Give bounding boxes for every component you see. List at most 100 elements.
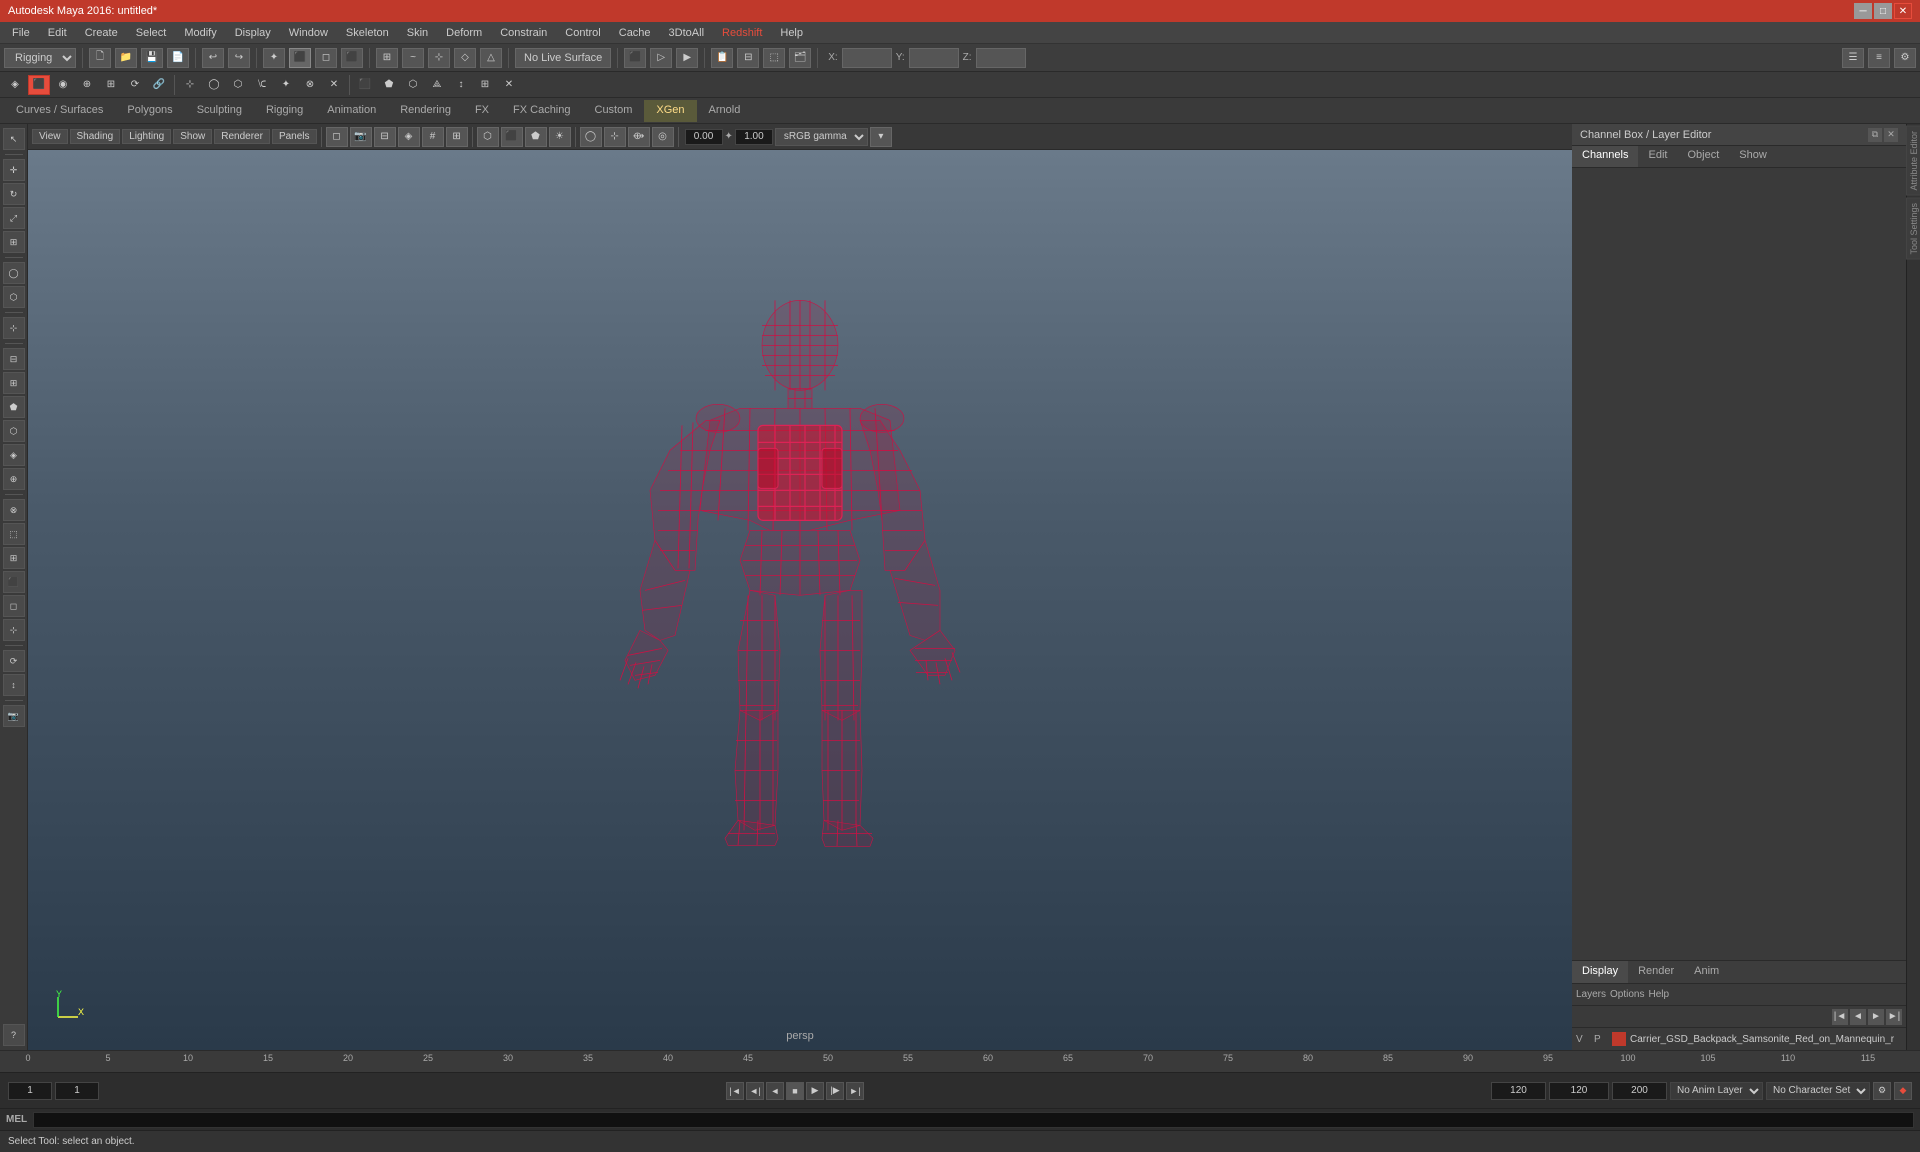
tool-btn-5[interactable]: ◈ bbox=[3, 444, 25, 466]
select-tool-left[interactable]: ↖ bbox=[3, 128, 25, 150]
shelf-tool-3[interactable]: ◉ bbox=[52, 75, 74, 95]
no-live-surface-button[interactable]: No Live Surface bbox=[515, 48, 611, 68]
menu-window[interactable]: Window bbox=[281, 25, 336, 41]
cb-tab-object[interactable]: Object bbox=[1677, 146, 1729, 167]
input-manager-button[interactable]: 📋 bbox=[711, 48, 733, 68]
tool-settings-toggle[interactable]: ⚙ bbox=[1894, 48, 1916, 68]
layers-menu-options[interactable]: Options bbox=[1610, 989, 1644, 1000]
tool-btn-13[interactable]: ⟳ bbox=[3, 650, 25, 672]
display-layer-button[interactable]: ⊟ bbox=[737, 48, 759, 68]
menu-select[interactable]: Select bbox=[128, 25, 175, 41]
add-key-button[interactable]: ◆ bbox=[1894, 1082, 1912, 1100]
tool-btn-2[interactable]: ⊞ bbox=[3, 372, 25, 394]
play-back-button[interactable]: ◄ bbox=[766, 1082, 784, 1100]
snap-surface-button[interactable]: △ bbox=[480, 48, 502, 68]
vp-menu-shading[interactable]: Shading bbox=[70, 129, 121, 144]
shelf-tool-13[interactable]: ⊗ bbox=[299, 75, 321, 95]
vp-hud[interactable]: ⊞ bbox=[446, 127, 468, 147]
vp-grid-toggle[interactable]: # bbox=[422, 127, 444, 147]
tab-polygons[interactable]: Polygons bbox=[115, 100, 184, 122]
shelf-tool-18[interactable]: ⟁ bbox=[426, 75, 448, 95]
snap-point-button[interactable]: ⊹ bbox=[428, 48, 450, 68]
tab-arnold[interactable]: Arnold bbox=[697, 100, 753, 122]
minimize-button[interactable]: ─ bbox=[1854, 3, 1872, 19]
layer-vp-indicator[interactable]: V bbox=[1576, 1034, 1590, 1045]
shelf-tool-2[interactable]: ⬛ bbox=[28, 75, 50, 95]
menu-modify[interactable]: Modify bbox=[176, 25, 224, 41]
shelf-tool-4[interactable]: ⊕ bbox=[76, 75, 98, 95]
vp-texture[interactable]: ⬟ bbox=[525, 127, 547, 147]
shelf-tool-15[interactable]: ⬛ bbox=[354, 75, 376, 95]
step-back-button[interactable]: ◄| bbox=[746, 1082, 764, 1100]
snap-curve-button[interactable]: ~ bbox=[402, 48, 424, 68]
menu-constrain[interactable]: Constrain bbox=[492, 25, 555, 41]
layer-nav-first[interactable]: |◄ bbox=[1832, 1009, 1848, 1025]
vp-motionblur[interactable]: ⟴ bbox=[628, 127, 650, 147]
shelf-tool-8[interactable]: ⊹ bbox=[179, 75, 201, 95]
mel-input[interactable] bbox=[33, 1112, 1914, 1128]
tool-btn-1[interactable]: ⊟ bbox=[3, 348, 25, 370]
vp-menu-renderer[interactable]: Renderer bbox=[214, 129, 270, 144]
vp-menu-show[interactable]: Show bbox=[173, 129, 212, 144]
tool-btn-8[interactable]: ⬚ bbox=[3, 523, 25, 545]
layers-menu-layers[interactable]: Layers bbox=[1576, 989, 1606, 1000]
tool-btn-9[interactable]: ⊞ bbox=[3, 547, 25, 569]
tab-animation[interactable]: Animation bbox=[315, 100, 388, 122]
menu-help[interactable]: Help bbox=[772, 25, 811, 41]
shelf-tool-21[interactable]: ✕ bbox=[498, 75, 520, 95]
tool-btn-12[interactable]: ⊹ bbox=[3, 619, 25, 641]
layer-nav-prev[interactable]: ◄ bbox=[1850, 1009, 1866, 1025]
tab-fx[interactable]: FX bbox=[463, 100, 501, 122]
vp-light[interactable]: ☀ bbox=[549, 127, 571, 147]
lasso-select-button[interactable]: ◻ bbox=[315, 48, 337, 68]
cb-lower-tab-display[interactable]: Display bbox=[1572, 961, 1628, 983]
select-tool-button[interactable]: ✦ bbox=[263, 48, 285, 68]
goto-end-button[interactable]: ►| bbox=[846, 1082, 864, 1100]
attribute-editor-tab[interactable]: Attribute Editor bbox=[1906, 126, 1920, 196]
anim-layer-selector[interactable]: No Anim Layer bbox=[1670, 1082, 1763, 1100]
cb-tab-show[interactable]: Show bbox=[1729, 146, 1777, 167]
universal-tool[interactable]: ⊞ bbox=[3, 231, 25, 253]
ipr-render-button[interactable]: ▶ bbox=[676, 48, 698, 68]
vp-value2-input[interactable] bbox=[735, 129, 773, 145]
help-btn[interactable]: ? bbox=[3, 1024, 25, 1046]
tool-btn-4[interactable]: ⬡ bbox=[3, 420, 25, 442]
camera-btn[interactable]: 📷 bbox=[3, 705, 25, 727]
menu-create[interactable]: Create bbox=[77, 25, 126, 41]
cb-lower-tab-render[interactable]: Render bbox=[1628, 961, 1684, 983]
workspace-selector[interactable]: Rigging bbox=[4, 48, 76, 68]
menu-3dtall[interactable]: 3DtoAll bbox=[661, 25, 712, 41]
shelf-tool-16[interactable]: ⬟ bbox=[378, 75, 400, 95]
channelbox-float-button[interactable]: ⧉ bbox=[1868, 128, 1882, 142]
rotate-tool[interactable]: ↻ bbox=[3, 183, 25, 205]
menu-redshift[interactable]: Redshift bbox=[714, 25, 770, 41]
shelf-tool-10[interactable]: ⬡ bbox=[227, 75, 249, 95]
shelf-tool-5[interactable]: ⊞ bbox=[100, 75, 122, 95]
character-set-selector[interactable]: No Character Set bbox=[1766, 1082, 1870, 1100]
shelf-tool-6[interactable]: ⟳ bbox=[124, 75, 146, 95]
select-by-hierarchy-button[interactable]: ⬛ bbox=[289, 48, 311, 68]
vp-isolate[interactable]: ◈ bbox=[398, 127, 420, 147]
vp-bookmark[interactable]: ⊟ bbox=[374, 127, 396, 147]
soft-select[interactable]: ◯ bbox=[3, 262, 25, 284]
tab-rigging[interactable]: Rigging bbox=[254, 100, 315, 122]
shelf-tool-20[interactable]: ⊞ bbox=[474, 75, 496, 95]
shelf-tool-19[interactable]: ↕ bbox=[450, 75, 472, 95]
shelf-tool-9[interactable]: ◯ bbox=[203, 75, 225, 95]
tab-xgen[interactable]: XGen bbox=[644, 100, 696, 122]
cb-lower-tab-anim[interactable]: Anim bbox=[1684, 961, 1729, 983]
tool-btn-14[interactable]: ↕ bbox=[3, 674, 25, 696]
snap-view-button[interactable]: ◇ bbox=[454, 48, 476, 68]
shelf-tool-17[interactable]: ⬡ bbox=[402, 75, 424, 95]
vp-wireframe[interactable]: ⬡ bbox=[477, 127, 499, 147]
stop-button[interactable]: ■ bbox=[786, 1082, 804, 1100]
close-button[interactable]: ✕ bbox=[1894, 3, 1912, 19]
show-manipulator[interactable]: ⊹ bbox=[3, 317, 25, 339]
playback-speed-input[interactable] bbox=[1612, 1082, 1667, 1100]
redo-button[interactable]: ↪ bbox=[228, 48, 250, 68]
tab-sculpting[interactable]: Sculpting bbox=[185, 100, 254, 122]
menu-file[interactable]: File bbox=[4, 25, 38, 41]
snap-x-input[interactable] bbox=[842, 48, 892, 68]
render-button[interactable]: ▷ bbox=[650, 48, 672, 68]
shelf-tool-14[interactable]: ✕ bbox=[323, 75, 345, 95]
